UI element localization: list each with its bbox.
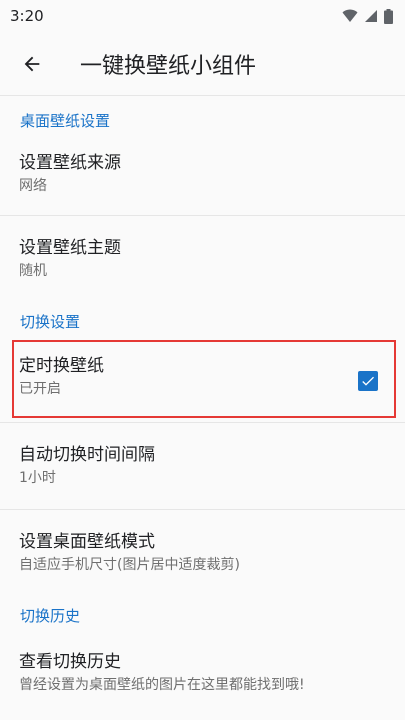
status-icons xyxy=(342,8,393,24)
pref-title: 自动切换时间间隔 xyxy=(19,445,155,465)
pref-summary: 自适应手机尺寸(图片居中适度裁剪) xyxy=(19,557,240,573)
pref-wallpaper-theme[interactable]: 设置壁纸主题 随机 xyxy=(0,216,405,304)
pref-title: 设置壁纸来源 xyxy=(19,153,121,173)
page-title: 一键换壁纸小组件 xyxy=(80,53,257,79)
timed-wallpaper-checkbox[interactable] xyxy=(358,371,378,391)
section-header-switch-history: 切换历史 xyxy=(20,607,81,625)
pref-wallpaper-source[interactable]: 设置壁纸来源 网络 xyxy=(0,137,405,215)
pref-title: 设置壁纸主题 xyxy=(19,238,121,258)
section-header-switch-settings: 切换设置 xyxy=(20,313,81,331)
status-time: 3:20 xyxy=(10,7,44,25)
pref-summary: 随机 xyxy=(19,263,47,279)
pref-summary: 网络 xyxy=(19,178,47,194)
wifi-icon xyxy=(342,9,358,22)
app-bar: 一键换壁纸小组件 xyxy=(0,32,405,96)
battery-icon xyxy=(384,8,393,24)
pref-summary: 已开启 xyxy=(19,381,61,397)
pref-title: 定时换壁纸 xyxy=(19,356,104,376)
pref-view-history[interactable]: 查看切换历史 曾经设置为桌面壁纸的图片在这里都能找到哦! xyxy=(0,632,405,693)
check-icon xyxy=(362,376,374,386)
status-bar: 3:20 xyxy=(0,0,405,32)
pref-title: 设置桌面壁纸模式 xyxy=(19,532,155,552)
arrow-left-icon xyxy=(24,56,40,71)
pref-title: 查看切换历史 xyxy=(19,652,121,672)
pref-timed-wallpaper[interactable]: 定时换壁纸 已开启 xyxy=(12,340,396,418)
pref-summary: 曾经设置为桌面壁纸的图片在这里都能找到哦! xyxy=(19,677,305,693)
preferences-list: 桌面壁纸设置 设置壁纸来源 网络 设置壁纸主题 随机 切换设置 定时换壁纸 已开… xyxy=(0,97,405,693)
pref-switch-interval[interactable]: 自动切换时间间隔 1小时 xyxy=(0,423,405,509)
signal-icon xyxy=(365,10,377,22)
back-button[interactable] xyxy=(4,36,60,92)
pref-wallpaper-mode[interactable]: 设置桌面壁纸模式 自适应手机尺寸(图片居中适度裁剪) xyxy=(0,510,405,598)
section-header-desktop-wallpaper: 桌面壁纸设置 xyxy=(20,112,111,130)
pref-summary: 1小时 xyxy=(19,470,56,486)
